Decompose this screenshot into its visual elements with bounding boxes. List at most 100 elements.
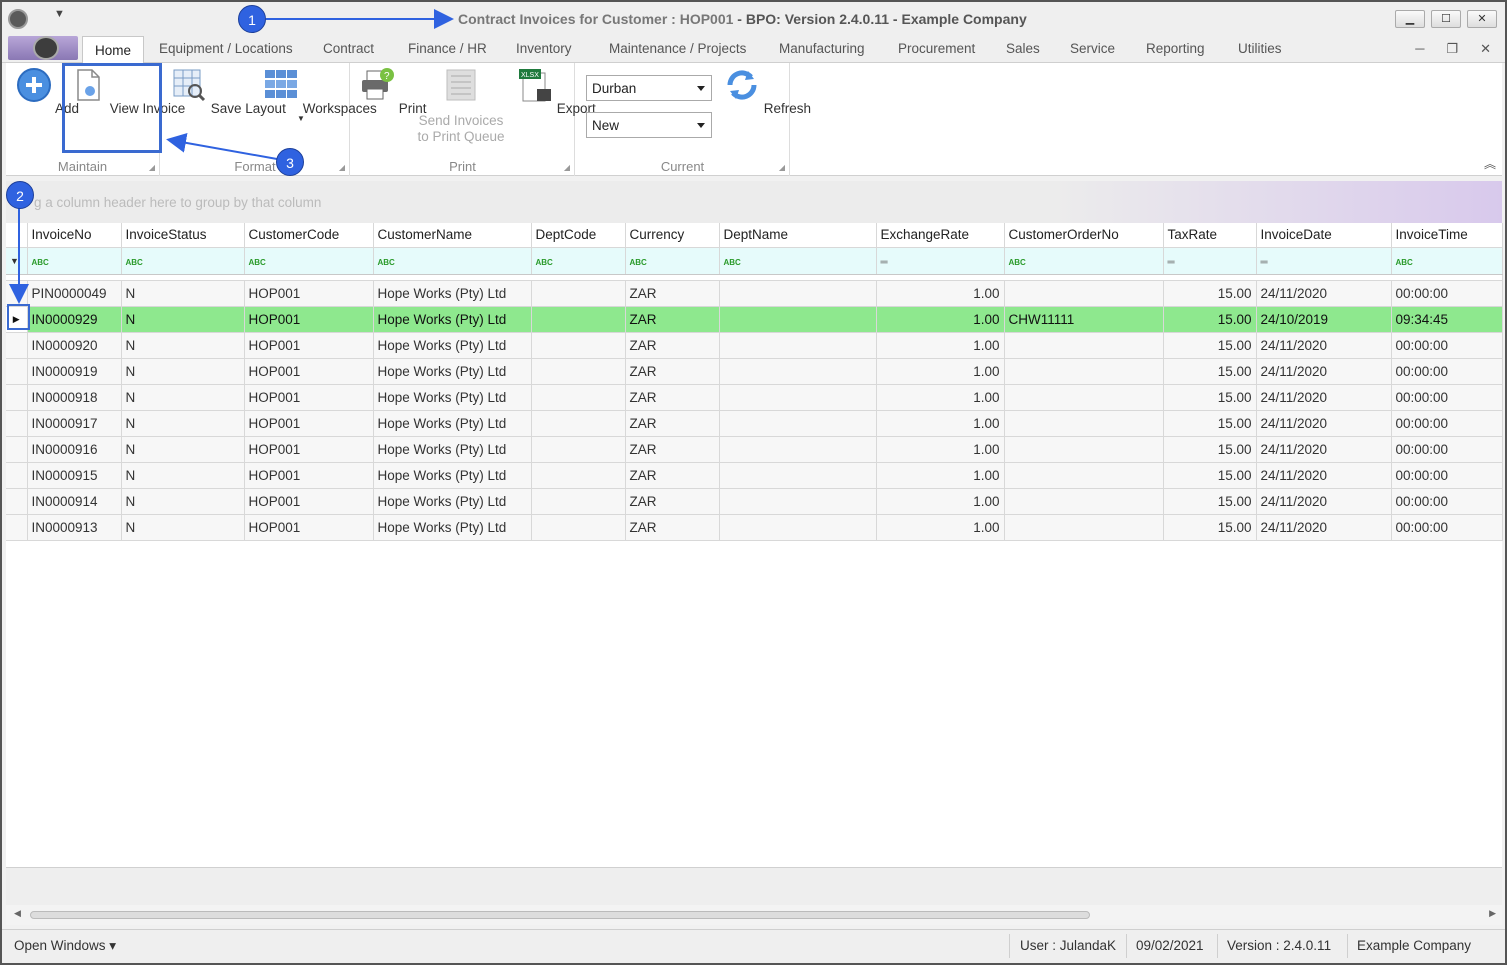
cell-invoicedate[interactable]: 24/11/2020: [1256, 280, 1392, 307]
cell-deptname[interactable]: [719, 280, 877, 307]
row-indicator[interactable]: [6, 384, 28, 411]
row-indicator[interactable]: [6, 410, 28, 437]
filter-cell[interactable]: ABC: [373, 247, 532, 275]
cell-invoicestatus[interactable]: N: [121, 280, 245, 307]
row-indicator[interactable]: [6, 358, 28, 385]
cell-customercode[interactable]: HOP001: [244, 462, 374, 489]
cell-exchangerate[interactable]: 1.00: [876, 436, 1005, 463]
cell-taxrate[interactable]: 15.00: [1163, 332, 1257, 359]
cell-invoicedate[interactable]: 24/11/2020: [1256, 384, 1392, 411]
cell-customercode[interactable]: HOP001: [244, 358, 374, 385]
cell-customercode[interactable]: HOP001: [244, 306, 374, 333]
row-indicator[interactable]: [6, 462, 28, 489]
tab-maintenance-projects[interactable]: Maintenance / Projects: [609, 41, 746, 56]
format-dialog-launcher-icon[interactable]: ◢: [339, 163, 345, 172]
cell-customerorderno[interactable]: [1004, 384, 1164, 411]
save-layout-button[interactable]: Save Layout: [171, 67, 286, 116]
cell-invoicedate[interactable]: 24/11/2020: [1256, 514, 1392, 541]
col-header-deptcode[interactable]: DeptCode: [531, 223, 626, 248]
col-header-taxrate[interactable]: TaxRate: [1163, 223, 1257, 248]
tab-manufacturing[interactable]: Manufacturing: [779, 41, 865, 56]
cell-invoicestatus[interactable]: N: [121, 514, 245, 541]
cell-invoiceno[interactable]: IN0000919: [27, 358, 122, 385]
cell-taxrate[interactable]: 15.00: [1163, 358, 1257, 385]
cell-invoicetime[interactable]: 00:00:00: [1391, 462, 1503, 489]
cell-deptcode[interactable]: [531, 358, 626, 385]
cell-invoiceno[interactable]: IN0000916: [27, 436, 122, 463]
cell-taxrate[interactable]: 15.00: [1163, 410, 1257, 437]
col-header-currency[interactable]: Currency: [625, 223, 720, 248]
current-dialog-launcher-icon[interactable]: ◢: [779, 163, 785, 172]
cell-invoiceno[interactable]: IN0000913: [27, 514, 122, 541]
cell-deptcode[interactable]: [531, 306, 626, 333]
cell-customername[interactable]: Hope Works (Pty) Ltd: [373, 306, 532, 333]
tab-finance-hr[interactable]: Finance / HR: [408, 41, 487, 56]
export-button[interactable]: XLSX Export: [517, 67, 596, 116]
cell-deptname[interactable]: [719, 384, 877, 411]
cell-taxrate[interactable]: 15.00: [1163, 462, 1257, 489]
cell-deptcode[interactable]: [531, 280, 626, 307]
cell-currency[interactable]: ZAR: [625, 280, 720, 307]
scroll-left-icon[interactable]: ◀: [14, 908, 21, 919]
cell-exchangerate[interactable]: 1.00: [876, 410, 1005, 437]
cell-invoicetime[interactable]: 00:00:00: [1391, 358, 1503, 385]
cell-taxrate[interactable]: 15.00: [1163, 306, 1257, 333]
cell-exchangerate[interactable]: 1.00: [876, 514, 1005, 541]
filter-cell[interactable]: ABC: [244, 247, 374, 275]
filter-cell[interactable]: ═: [1163, 247, 1257, 275]
collapse-ribbon-icon[interactable]: ︽: [1484, 155, 1496, 172]
table-row[interactable]: PIN0000049 N HOP001 Hope Works (Pty) Ltd ZAR…: [6, 280, 1503, 307]
table-row[interactable]: IN0000913 N HOP001 Hope Works (Pty) Ltd ZAR 1…: [6, 514, 1503, 541]
table-row[interactable]: IN0000916 N HOP001 Hope Works (Pty) Ltd ZAR 1…: [6, 436, 1503, 463]
cell-invoicedate[interactable]: 24/11/2020: [1256, 462, 1392, 489]
col-header-customerorderno[interactable]: CustomerOrderNo: [1004, 223, 1164, 248]
cell-customername[interactable]: Hope Works (Pty) Ltd: [373, 280, 532, 307]
filter-cell[interactable]: ABC: [625, 247, 720, 275]
cell-customerorderno[interactable]: [1004, 358, 1164, 385]
cell-invoiceno[interactable]: IN0000914: [27, 488, 122, 515]
cell-currency[interactable]: ZAR: [625, 306, 720, 333]
cell-invoicetime[interactable]: 00:00:00: [1391, 410, 1503, 437]
filter-cell[interactable]: ABC: [719, 247, 877, 275]
cell-customername[interactable]: Hope Works (Pty) Ltd: [373, 514, 532, 541]
filter-cell[interactable]: ABC: [1004, 247, 1164, 275]
cell-customerorderno[interactable]: [1004, 280, 1164, 307]
mdi-minimize-icon[interactable]: ─: [1415, 41, 1424, 57]
cell-customerorderno[interactable]: [1004, 488, 1164, 515]
tab-sales[interactable]: Sales: [1006, 41, 1040, 56]
cell-invoicetime[interactable]: 00:00:00: [1391, 488, 1503, 515]
cell-deptname[interactable]: [719, 514, 877, 541]
cell-currency[interactable]: ZAR: [625, 332, 720, 359]
table-row[interactable]: IN0000918 N HOP001 Hope Works (Pty) Ltd ZAR 1…: [6, 384, 1503, 411]
cell-taxrate[interactable]: 15.00: [1163, 514, 1257, 541]
cell-invoicestatus[interactable]: N: [121, 358, 245, 385]
cell-invoiceno[interactable]: IN0000915: [27, 462, 122, 489]
cell-deptname[interactable]: [719, 306, 877, 333]
cell-deptname[interactable]: [719, 358, 877, 385]
row-indicator[interactable]: [6, 332, 28, 359]
table-row[interactable]: IN0000920 N HOP001 Hope Works (Pty) Ltd ZAR 1…: [6, 332, 1503, 359]
filter-cell[interactable]: ABC: [27, 247, 122, 275]
cell-invoiceno[interactable]: IN0000920: [27, 332, 122, 359]
row-indicator[interactable]: [6, 488, 28, 515]
cell-exchangerate[interactable]: 1.00: [876, 488, 1005, 515]
cell-deptname[interactable]: [719, 332, 877, 359]
cell-invoicestatus[interactable]: N: [121, 306, 245, 333]
status-select[interactable]: New: [586, 112, 712, 138]
group-by-panel[interactable]: g a column header here to group by that …: [6, 181, 1502, 223]
cell-invoicetime[interactable]: 00:00:00: [1391, 436, 1503, 463]
cell-exchangerate[interactable]: 1.00: [876, 462, 1005, 489]
col-header-deptname[interactable]: DeptName: [719, 223, 877, 248]
tab-inventory[interactable]: Inventory: [516, 41, 572, 56]
open-windows-button[interactable]: Open Windows ▾: [14, 938, 116, 954]
cell-customerorderno[interactable]: [1004, 410, 1164, 437]
table-row[interactable]: IN0000919 N HOP001 Hope Works (Pty) Ltd ZAR 1…: [6, 358, 1503, 385]
col-header-exchangerate[interactable]: ExchangeRate: [876, 223, 1005, 248]
cell-invoicestatus[interactable]: N: [121, 384, 245, 411]
cell-currency[interactable]: ZAR: [625, 410, 720, 437]
maximize-button[interactable]: ☐: [1431, 10, 1461, 28]
filter-cell[interactable]: ABC: [1391, 247, 1503, 275]
scrollbar-thumb[interactable]: [30, 911, 1090, 919]
cell-invoicestatus[interactable]: N: [121, 462, 245, 489]
cell-invoicedate[interactable]: 24/10/2019: [1256, 306, 1392, 333]
